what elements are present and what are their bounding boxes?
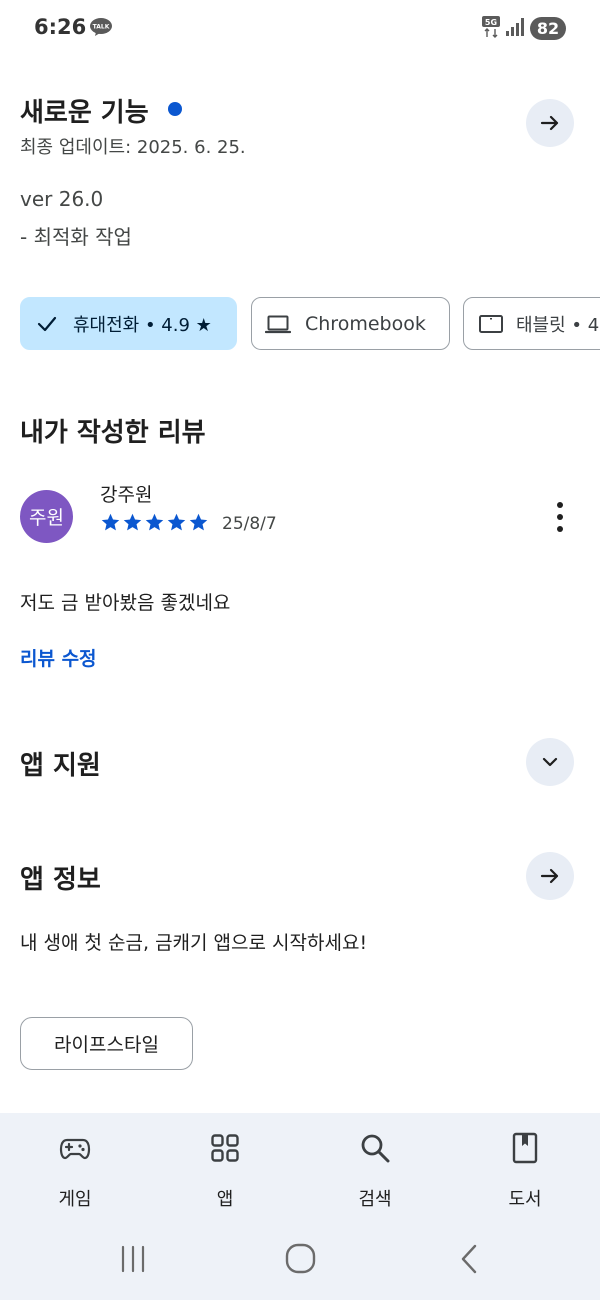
- star-icon: [101, 513, 120, 531]
- device-chip-phone-label: 휴대전화 • 4.9 ★: [73, 314, 212, 336]
- release-note-text: - 최적화 작업: [20, 225, 132, 249]
- my-review-title: 내가 작성한 리뷰: [20, 418, 206, 448]
- app-support-title: 앱 지원: [20, 751, 101, 781]
- signal-icon: [506, 18, 524, 36]
- nav-item-search[interactable]: 검색: [300, 1113, 450, 1233]
- nav-label-books: 도서: [508, 1189, 542, 1210]
- chevron-down-icon: [542, 757, 558, 767]
- nav-label-apps: 앱: [216, 1189, 234, 1210]
- last-updated-label: 최종 업데이트: 2025. 6. 25.: [20, 137, 246, 158]
- nav-item-games[interactable]: 게임: [0, 1113, 150, 1233]
- arrow-right-icon: [540, 115, 559, 131]
- whats-new-title: 새로운 기능: [20, 98, 149, 128]
- whats-new-arrow-button[interactable]: [526, 99, 574, 147]
- star-icon: [123, 513, 142, 531]
- device-chip-phone[interactable]: 휴대전화 • 4.9 ★: [20, 297, 237, 350]
- device-chip-tablet-label: 태블릿 • 4: [516, 314, 600, 336]
- system-navigation-bar: [0, 1233, 600, 1300]
- star-rating: [100, 512, 209, 534]
- avatar: 주원: [20, 490, 73, 543]
- app-info-arrow-button[interactable]: [526, 852, 574, 900]
- more-vert-icon[interactable]: [548, 500, 572, 534]
- device-chip-tablet[interactable]: 태블릿 • 4: [463, 297, 600, 350]
- recent-apps-icon[interactable]: [118, 1245, 148, 1273]
- laptop-icon: [265, 315, 291, 333]
- app-description: 내 생애 첫 순금, 금캐기 앱으로 시작하세요!: [20, 932, 368, 954]
- status-bar: 6:26 TALK 5G 82: [0, 0, 600, 58]
- bottom-navigation: 게임 앱 검색 도서: [0, 1113, 600, 1233]
- app-info-title: 앱 정보: [20, 865, 101, 895]
- star-icon: [145, 513, 164, 531]
- network-5g-icon: 5G: [482, 16, 500, 38]
- book-icon: [512, 1132, 538, 1164]
- nav-item-apps[interactable]: 앱: [150, 1113, 300, 1233]
- device-chip-chromebook-label: Chromebook: [305, 312, 426, 335]
- avatar-initials: 주원: [29, 507, 64, 529]
- app-support-expand-button[interactable]: [526, 738, 574, 786]
- search-icon: [361, 1134, 390, 1163]
- category-chip[interactable]: 라이프스타일: [20, 1017, 193, 1070]
- version-text: ver 26.0: [20, 187, 104, 211]
- battery-level: 82: [530, 17, 566, 40]
- nav-item-books[interactable]: 도서: [450, 1113, 600, 1233]
- status-time: 6:26: [34, 15, 87, 39]
- edit-review-link[interactable]: 리뷰 수정: [20, 644, 97, 671]
- kakaotalk-icon: TALK: [90, 18, 112, 36]
- star-icon: [189, 513, 208, 531]
- nav-label-games: 게임: [58, 1189, 92, 1210]
- reviewer-name: 강주원: [100, 484, 153, 506]
- back-icon[interactable]: [458, 1243, 480, 1275]
- tablet-icon: [479, 314, 503, 333]
- apps-grid-icon: [211, 1134, 239, 1162]
- new-indicator-dot: [168, 102, 182, 116]
- check-icon: [37, 316, 57, 331]
- review-date: 25/8/7: [222, 514, 277, 534]
- gamepad-icon: [59, 1138, 91, 1160]
- arrow-right-icon: [540, 868, 559, 884]
- device-chip-chromebook[interactable]: Chromebook: [251, 297, 450, 350]
- review-text: 저도 금 받아봤음 좋겠네요: [20, 592, 231, 614]
- star-icon: [167, 513, 186, 531]
- network-text: 5G: [485, 18, 497, 27]
- talk-badge-text: TALK: [93, 24, 110, 31]
- nav-label-search: 검색: [358, 1189, 392, 1210]
- home-icon[interactable]: [285, 1243, 316, 1274]
